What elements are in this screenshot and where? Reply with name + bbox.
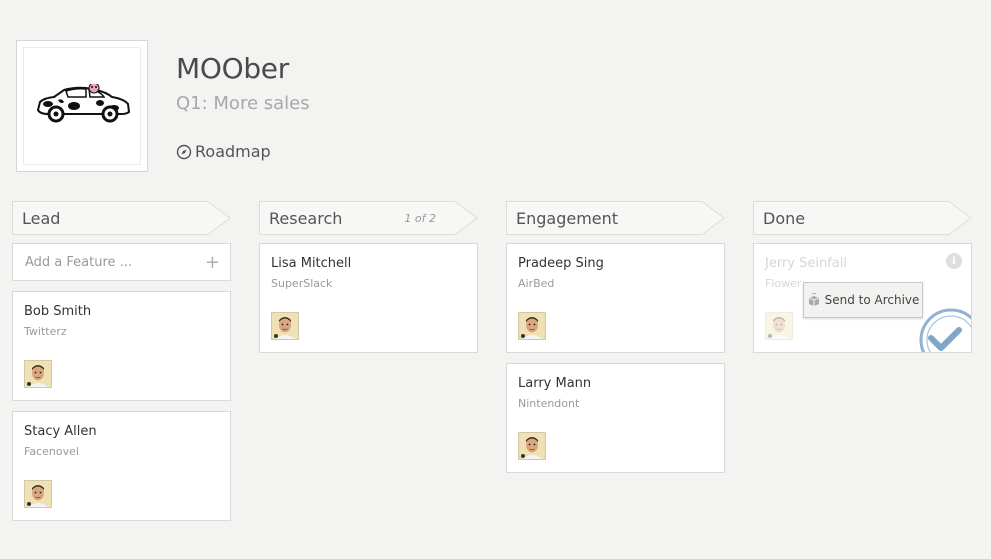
info-icon[interactable]: i <box>946 253 962 269</box>
column-title: Engagement <box>516 209 619 228</box>
feature-card-done[interactable]: Jerry Seinfall Flower i Send to Archive <box>753 243 972 353</box>
plus-icon[interactable]: + <box>205 252 220 273</box>
column-title: Done <box>763 209 806 228</box>
column-done: Done Jerry Seinfall Flower i Send to Arc… <box>753 201 972 353</box>
box-icon <box>808 293 819 306</box>
column-count: 1 of 2 <box>404 212 436 225</box>
page-header: MOOber Q1: More sales Roadmap <box>0 0 991 190</box>
feature-card[interactable]: Stacy Allen Facenovel <box>12 411 231 521</box>
column-title: Lead <box>22 209 61 228</box>
avatar[interactable] <box>271 312 299 340</box>
card-company: AirBed <box>518 277 555 290</box>
card-company: Nintendont <box>518 397 580 410</box>
company-logo <box>16 40 148 172</box>
column-engagement: Engagement Pradeep Sing AirBed Larry Man… <box>506 201 725 473</box>
card-company: Flower <box>765 277 802 290</box>
cow-car-logo-icon <box>36 84 131 123</box>
add-feature-field[interactable]: + <box>12 243 231 281</box>
avatar[interactable] <box>24 360 52 388</box>
app-title: MOOber <box>176 52 289 85</box>
archive-label: Send to Archive <box>824 293 920 307</box>
add-feature-input[interactable] <box>23 253 205 271</box>
card-company: Twitterz <box>24 325 67 338</box>
avatar[interactable] <box>518 312 546 340</box>
card-company: Facenovel <box>24 445 79 458</box>
card-name: Stacy Allen <box>24 424 97 439</box>
column-title: Research <box>269 209 343 228</box>
column-header: Lead <box>12 201 231 235</box>
column-header: Done <box>753 201 972 235</box>
column-header: Engagement <box>506 201 725 235</box>
card-name: Jerry Seinfall <box>765 256 847 271</box>
card-name: Lisa Mitchell <box>271 256 352 271</box>
card-name: Pradeep Sing <box>518 256 604 271</box>
feature-card[interactable]: Larry Mann Nintendont <box>506 363 725 473</box>
feature-card[interactable]: Pradeep Sing AirBed <box>506 243 725 353</box>
send-to-archive-button[interactable]: Send to Archive <box>803 282 923 318</box>
column-lead: Lead + Bob Smith Twitterz Stacy Allen Fa… <box>12 201 231 521</box>
avatar[interactable] <box>24 480 52 508</box>
card-name: Bob Smith <box>24 304 92 319</box>
card-company: SuperSlack <box>271 277 333 290</box>
avatar[interactable] <box>518 432 546 460</box>
card-name: Larry Mann <box>518 376 592 391</box>
feature-card[interactable]: Bob Smith Twitterz <box>12 291 231 401</box>
compass-icon <box>176 144 192 159</box>
logo-frame <box>23 47 141 165</box>
column-research: Research 1 of 2 Lisa Mitchell SuperSlack <box>259 201 478 353</box>
column-header: Research 1 of 2 <box>259 201 478 235</box>
roadmap-link[interactable]: Roadmap <box>176 142 271 161</box>
app-subtitle: Q1: More sales <box>176 93 310 114</box>
roadmap-label: Roadmap <box>195 142 271 161</box>
avatar[interactable] <box>765 312 793 340</box>
feature-card[interactable]: Lisa Mitchell SuperSlack <box>259 243 478 353</box>
